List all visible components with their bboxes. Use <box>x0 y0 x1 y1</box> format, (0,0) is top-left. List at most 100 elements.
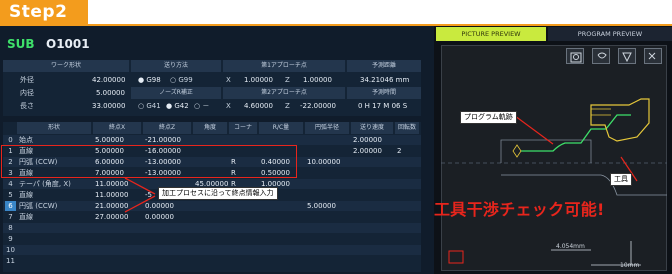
cell-z[interactable] <box>145 234 192 244</box>
cell-shape[interactable]: 始点 <box>19 135 92 145</box>
cell-x[interactable] <box>95 223 142 233</box>
cell-rpm[interactable] <box>397 190 420 200</box>
cell-rpm[interactable] <box>397 256 420 266</box>
cell-radius[interactable] <box>307 212 350 222</box>
cell-feed[interactable]: 2.00000 <box>353 146 394 156</box>
approach2-z-value[interactable]: -22.00000 <box>300 101 336 111</box>
comp-g41-option[interactable]: ○ G41 <box>138 101 161 111</box>
cell-shape[interactable] <box>19 245 92 255</box>
cell-corner[interactable] <box>231 223 258 233</box>
cell-x[interactable] <box>95 234 142 244</box>
workpiece-od-value[interactable]: 42.00000 <box>92 75 125 85</box>
cell-rc[interactable] <box>261 245 304 255</box>
cell-angle[interactable] <box>195 245 228 255</box>
cell-radius[interactable] <box>307 223 350 233</box>
cell-rc[interactable] <box>261 256 304 266</box>
cell-corner[interactable] <box>231 245 258 255</box>
table-row[interactable]: 9 <box>3 234 421 244</box>
cell-feed[interactable] <box>353 168 394 178</box>
cell-rpm[interactable]: 2 <box>397 146 420 156</box>
cell-shape[interactable]: テーパ (角度, X) <box>19 179 92 189</box>
cell-corner[interactable] <box>231 234 258 244</box>
cell-rpm[interactable] <box>397 223 420 233</box>
cell-feed[interactable] <box>353 256 394 266</box>
cell-x[interactable]: 11.00000 <box>95 179 142 189</box>
cell-feed[interactable] <box>353 234 394 244</box>
cell-rpm[interactable] <box>397 135 420 145</box>
cell-angle[interactable] <box>195 212 228 222</box>
cell-corner[interactable] <box>231 212 258 222</box>
tab-picture-preview[interactable]: PICTURE PREVIEW <box>436 27 546 41</box>
cell-feed[interactable] <box>353 245 394 255</box>
table-row[interactable]: 6 円弧 (CCW) 21.00000 0.00000 5.00000 <box>3 201 421 211</box>
approach1-z-value[interactable]: 1.00000 <box>303 75 332 85</box>
cell-z[interactable] <box>145 223 192 233</box>
cell-corner[interactable] <box>231 201 258 211</box>
cell-feed[interactable] <box>353 190 394 200</box>
cell-feed[interactable] <box>353 157 394 167</box>
table-row[interactable]: 11 <box>3 256 421 266</box>
cell-rpm[interactable] <box>397 245 420 255</box>
cell-z[interactable] <box>145 245 192 255</box>
cell-radius[interactable] <box>307 146 350 156</box>
cell-radius[interactable] <box>307 234 350 244</box>
cell-z[interactable]: 0.00000 <box>145 201 192 211</box>
cell-rpm[interactable] <box>397 201 420 211</box>
cell-rc[interactable] <box>261 135 304 145</box>
cell-feed[interactable] <box>353 212 394 222</box>
cell-rpm[interactable] <box>397 234 420 244</box>
cell-angle[interactable] <box>195 234 228 244</box>
cell-shape[interactable]: 直線 <box>19 190 92 200</box>
cell-rc[interactable] <box>261 201 304 211</box>
cell-radius[interactable]: 5.00000 <box>307 201 350 211</box>
cell-shape[interactable]: 直線 <box>19 212 92 222</box>
cell-rc[interactable] <box>261 212 304 222</box>
cell-radius[interactable] <box>307 245 350 255</box>
table-row[interactable]: 7 直線 27.00000 0.00000 <box>3 212 421 222</box>
cell-angle[interactable] <box>195 201 228 211</box>
cell-rpm[interactable] <box>397 168 420 178</box>
cell-radius[interactable]: 10.00000 <box>307 157 350 167</box>
cell-z[interactable] <box>145 256 192 266</box>
feed-g98-option[interactable]: ● G98 <box>138 75 161 85</box>
table-row[interactable]: 10 <box>3 245 421 255</box>
cell-shape[interactable] <box>19 223 92 233</box>
table-row[interactable]: 0 始点 5.00000 -21.00000 2.00000 <box>3 135 421 145</box>
cell-feed[interactable] <box>353 223 394 233</box>
cell-rc[interactable] <box>261 223 304 233</box>
cell-radius[interactable] <box>307 256 350 266</box>
cell-corner[interactable] <box>231 135 258 145</box>
cell-corner[interactable] <box>231 256 258 266</box>
cell-radius[interactable] <box>307 168 350 178</box>
cell-feed[interactable] <box>353 179 394 189</box>
comp-g42-option[interactable]: ● G42 <box>166 101 189 111</box>
cell-rc[interactable] <box>261 234 304 244</box>
cell-z[interactable]: 0.00000 <box>145 212 192 222</box>
approach1-x-value[interactable]: 1.00000 <box>244 75 273 85</box>
cell-feed[interactable] <box>353 201 394 211</box>
cell-angle[interactable] <box>195 223 228 233</box>
cell-radius[interactable] <box>307 179 350 189</box>
cell-shape[interactable] <box>19 256 92 266</box>
cell-x[interactable] <box>95 245 142 255</box>
cell-radius[interactable] <box>307 190 350 200</box>
cell-angle[interactable] <box>195 256 228 266</box>
cell-z[interactable]: -21.00000 <box>145 135 192 145</box>
cell-rpm[interactable] <box>397 157 420 167</box>
cell-angle[interactable] <box>195 135 228 145</box>
cell-feed[interactable]: 2.00000 <box>353 135 394 145</box>
cell-x[interactable]: 11.00000 <box>95 190 142 200</box>
cell-shape[interactable] <box>19 234 92 244</box>
cell-x[interactable] <box>95 256 142 266</box>
cell-shape[interactable]: 円弧 (CCW) <box>19 201 92 211</box>
table-row[interactable]: 8 <box>3 223 421 233</box>
cell-x[interactable]: 5.00000 <box>95 135 142 145</box>
workpiece-id-value[interactable]: 5.00000 <box>96 88 125 98</box>
cell-rpm[interactable] <box>397 212 420 222</box>
comp-none-option[interactable]: ○ － <box>194 101 209 111</box>
cell-x[interactable]: 27.00000 <box>95 212 142 222</box>
cell-rpm[interactable] <box>397 179 420 189</box>
workpiece-length-value[interactable]: 33.00000 <box>92 101 125 111</box>
cell-radius[interactable] <box>307 135 350 145</box>
feed-g99-option[interactable]: ○ G99 <box>170 75 193 85</box>
